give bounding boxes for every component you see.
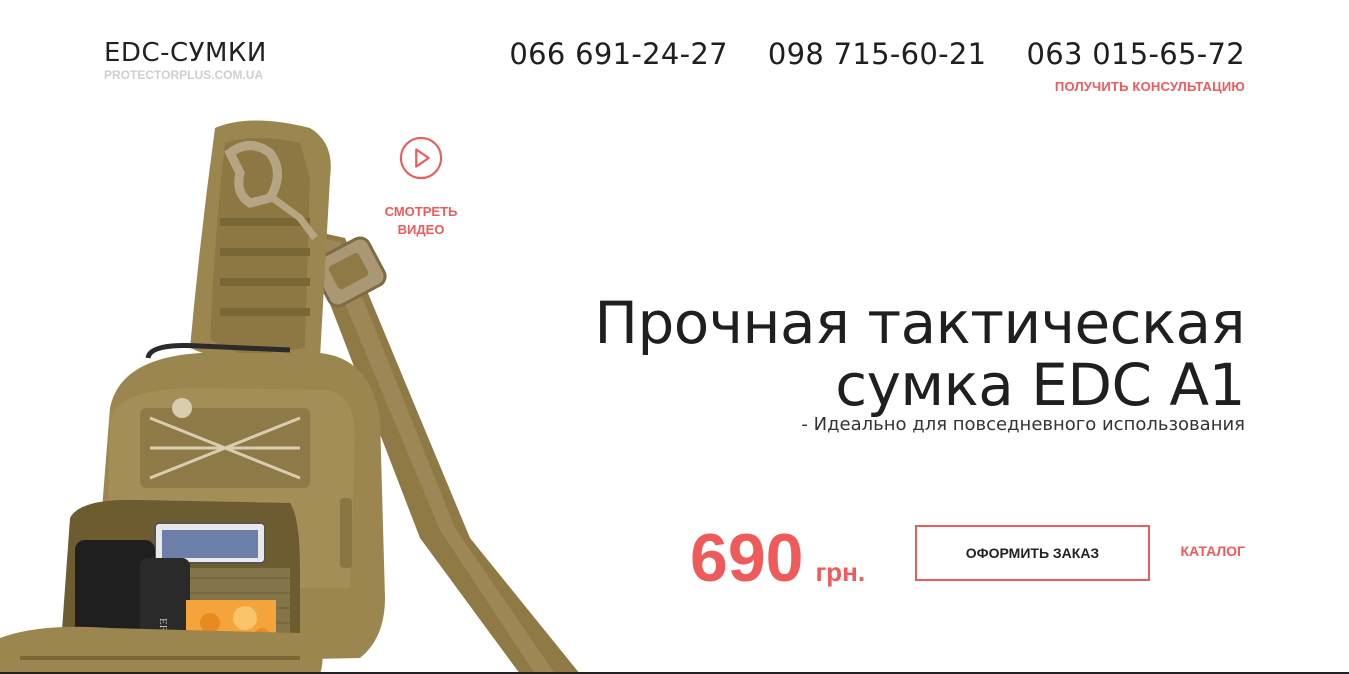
phone-link-1[interactable]: 066 691-24-27 [509, 37, 728, 71]
product-title-line-2: сумка EDC A1 [835, 351, 1245, 419]
watch-video-button[interactable]: СМОТРЕТЬ ВИДЕО [378, 136, 464, 239]
product-title: Прочная тактическая сумка EDC A1 [594, 292, 1245, 416]
catalog-link[interactable]: КАТАЛОГ [1180, 543, 1245, 559]
product-price: 690 грн. [690, 518, 865, 598]
site-logo[interactable]: EDC-СУМКИ PROTECTORPLUS.COM.UA [104, 38, 267, 82]
consultation-link[interactable]: ПОЛУЧИТЬ КОНСУЛЬТАЦИЮ [1055, 79, 1245, 94]
play-icon [399, 136, 443, 180]
product-title-line-1: Прочная тактическая [594, 289, 1245, 357]
phone-list: 066 691-24-27 098 715-60-21 063 015-65-7… [509, 37, 1245, 71]
logo-title: EDC-СУМКИ [104, 38, 267, 68]
logo-domain: PROTECTORPLUS.COM.UA [104, 68, 264, 82]
phone-link-2[interactable]: 098 715-60-21 [768, 37, 987, 71]
watch-video-label: СМОТРЕТЬ ВИДЕО [384, 204, 458, 237]
phone-link-3[interactable]: 063 015-65-72 [1026, 37, 1245, 71]
price-currency: грн. [815, 557, 866, 587]
order-button[interactable]: ОФОРМИТЬ ЗАКАЗ [915, 525, 1150, 581]
product-subtitle: - Идеально для повседневного использован… [801, 414, 1245, 435]
price-value: 690 [690, 520, 804, 596]
product-image: EFOOL [0, 120, 580, 674]
